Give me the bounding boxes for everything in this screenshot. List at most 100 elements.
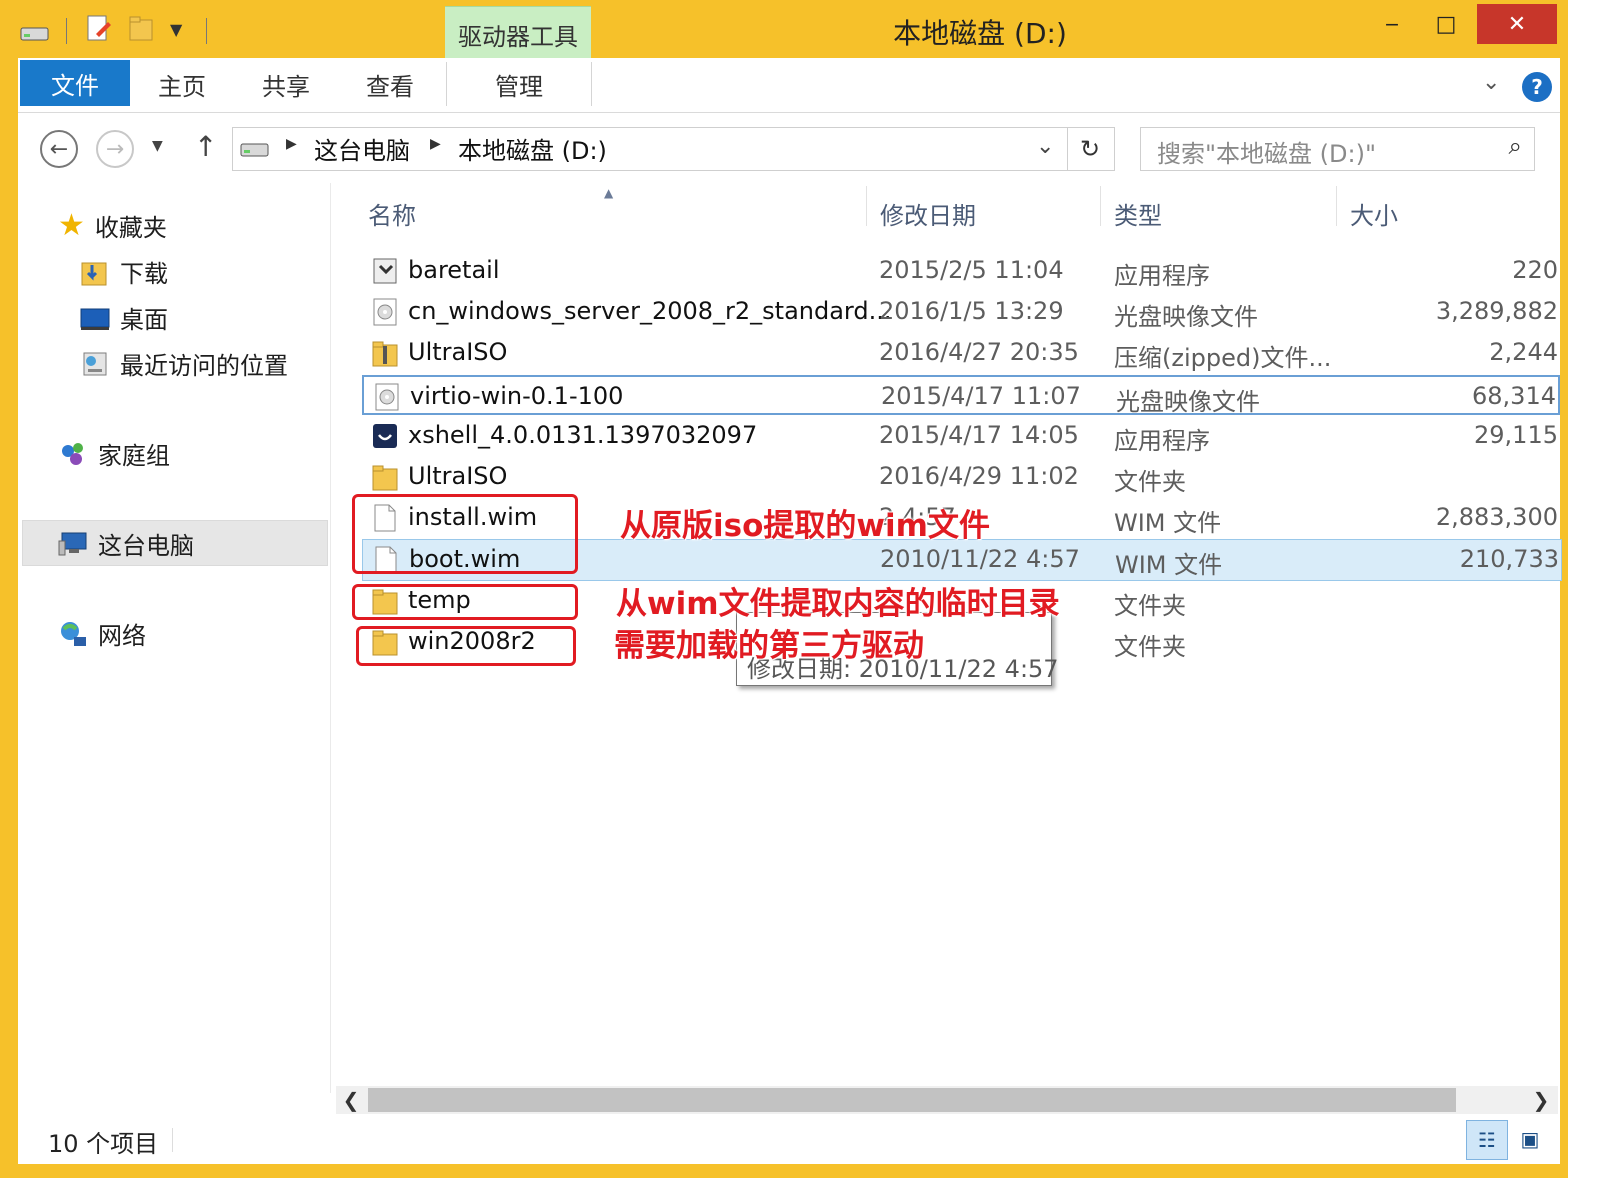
file-row[interactable]: xshell_4.0.0131.1397032097 2015/4/17 14:0… xyxy=(362,416,1560,456)
file-size: 220 xyxy=(1512,256,1558,284)
file-date: 2015/2/5 11:04 xyxy=(879,256,1064,284)
file-date: 2015/4/17 14:05 xyxy=(879,421,1079,449)
tab-home[interactable]: 主页 xyxy=(140,62,224,106)
file-size: 68,314 xyxy=(1472,382,1556,410)
details-view-icon[interactable]: ☷ xyxy=(1466,1120,1508,1160)
file-type: 文件夹 xyxy=(1114,468,1186,496)
annotation-wim-text: 从原版iso提取的wim文件 xyxy=(620,508,990,544)
desktop-icon xyxy=(80,308,110,330)
file-row[interactable]: virtio-win-0.1-100 2015/4/17 11:07 光盘映像文件 6… xyxy=(362,375,1560,416)
tab-manage[interactable]: 管理 xyxy=(446,62,592,106)
column-divider[interactable] xyxy=(866,186,867,226)
file-name: virtio-win-0.1-100 xyxy=(410,382,624,410)
window-title: 本地磁盘 (D:) xyxy=(893,17,1067,50)
file-type: 应用程序 xyxy=(1114,262,1210,290)
tab-share[interactable]: 共享 xyxy=(244,62,328,106)
disc-image-icon xyxy=(374,382,400,412)
file-date: 2016/4/27 20:35 xyxy=(879,338,1079,366)
nav-item-downloads[interactable]: 下载 xyxy=(80,254,168,289)
network-icon xyxy=(61,621,86,646)
scroll-left-icon[interactable]: ❮ xyxy=(338,1088,364,1112)
column-divider[interactable] xyxy=(1100,186,1101,226)
recent-locations-icon[interactable]: ▼ xyxy=(152,138,163,154)
nav-item-label: 下载 xyxy=(120,260,168,288)
zip-folder-icon xyxy=(372,338,398,368)
star-icon: ★ xyxy=(58,208,85,243)
nav-item-recent[interactable]: 最近访问的位置 xyxy=(80,346,288,381)
column-header-size[interactable]: 大小 xyxy=(1350,196,1398,231)
new-folder-icon[interactable] xyxy=(128,14,154,42)
nav-homegroup-label: 家庭组 xyxy=(98,442,170,470)
column-header-date[interactable]: 修改日期 xyxy=(880,196,976,231)
tab-file[interactable]: 文件 xyxy=(20,60,130,106)
maximize-button[interactable]: □ xyxy=(1416,4,1476,44)
file-size: 2,244 xyxy=(1489,338,1558,366)
nav-homegroup[interactable]: 家庭组 xyxy=(58,436,170,471)
nav-network-label: 网络 xyxy=(98,622,146,650)
file-size: 210,733 xyxy=(1459,545,1559,573)
search-icon[interactable]: ⌕ xyxy=(1509,132,1522,160)
qat-divider xyxy=(66,18,67,44)
close-button[interactable]: ✕ xyxy=(1477,4,1557,44)
file-type: 光盘映像文件 xyxy=(1116,388,1260,416)
file-type: WIM 文件 xyxy=(1114,509,1222,537)
file-row[interactable]: UltraISO 2016/4/27 20:35 压缩(zipped)文件... 2,… xyxy=(362,333,1560,373)
tab-view[interactable]: 查看 xyxy=(348,62,432,106)
breadcrumb-separator-icon[interactable]: ▶ xyxy=(430,136,441,152)
back-icon[interactable]: ← xyxy=(40,130,78,168)
nav-favorites-label: 收藏夹 xyxy=(94,214,167,242)
file-type: 文件夹 xyxy=(1114,592,1186,620)
refresh-icon[interactable]: ↻ xyxy=(1066,127,1115,171)
file-row[interactable]: baretail 2015/2/5 11:04 应用程序 220 xyxy=(362,251,1560,291)
help-icon[interactable]: ? xyxy=(1522,72,1552,102)
ribbon-expand-icon[interactable]: ⌄ xyxy=(1482,70,1500,95)
up-icon[interactable]: ↑ xyxy=(194,130,217,163)
file-row[interactable]: UltraISO 2016/4/29 11:02 文件夹 xyxy=(362,457,1560,497)
annotation-temp-text: 从wim文件提取内容的临时目录 xyxy=(616,586,1060,622)
column-header-type[interactable]: 类型 xyxy=(1114,196,1162,231)
breadcrumb-local-disk[interactable]: 本地磁盘 (D:) xyxy=(458,131,607,166)
file-type: 应用程序 xyxy=(1114,427,1210,455)
breadcrumb-separator-icon[interactable]: ▶ xyxy=(286,136,297,152)
file-row[interactable]: cn_windows_server_2008_r2_standard... 201… xyxy=(362,292,1560,332)
nav-item-desktop[interactable]: 桌面 xyxy=(80,300,168,335)
column-divider[interactable] xyxy=(1336,186,1337,226)
search-input[interactable]: 搜索"本地磁盘 (D:)" ⌕ xyxy=(1140,127,1535,171)
large-icons-view-icon[interactable]: ▣ xyxy=(1510,1120,1550,1158)
nav-favorites[interactable]: ★ 收藏夹 xyxy=(58,208,167,243)
file-name: cn_windows_server_2008_r2_standard... xyxy=(408,297,892,325)
properties-icon[interactable] xyxy=(86,14,112,42)
nav-this-pc-label: 这台电脑 xyxy=(98,532,194,560)
drive-icon[interactable] xyxy=(20,24,50,42)
forward-icon[interactable]: → xyxy=(96,130,134,168)
annotation-box-temp xyxy=(352,584,578,620)
column-header-name[interactable]: 名称 xyxy=(368,196,416,231)
file-size: 29,115 xyxy=(1474,421,1558,449)
qat-dropdown-icon[interactable]: ▼ xyxy=(170,20,182,39)
file-date: 2015/4/17 11:07 xyxy=(881,382,1081,410)
breadcrumb-this-pc[interactable]: 这台电脑 xyxy=(314,131,410,166)
minimize-button[interactable]: ‒ xyxy=(1362,4,1422,44)
file-type: 光盘映像文件 xyxy=(1114,303,1258,331)
scrollbar-thumb[interactable] xyxy=(368,1088,1456,1112)
qat-divider xyxy=(206,18,207,44)
file-type: 压缩(zipped)文件... xyxy=(1114,344,1332,372)
nav-this-pc[interactable]: 这台电脑 xyxy=(58,526,194,561)
annotation-box-wim xyxy=(352,494,578,574)
xshell-icon xyxy=(372,421,398,451)
file-name: xshell_4.0.0131.1397032097 xyxy=(408,421,758,449)
annotation-driver-text: 需要加载的第三方驱动 xyxy=(614,628,924,664)
address-dropdown-icon[interactable]: ⌄ xyxy=(1036,134,1054,159)
scroll-right-icon[interactable]: ❯ xyxy=(1528,1088,1554,1112)
file-name: baretail xyxy=(408,256,500,284)
file-name: UltraISO xyxy=(408,338,508,366)
drive-icon xyxy=(240,140,270,158)
recent-places-icon xyxy=(83,352,107,375)
contextual-tab-drive-tools: 驱动器工具 xyxy=(445,6,591,61)
status-bar xyxy=(18,1118,1560,1164)
computer-icon xyxy=(58,532,87,555)
search-placeholder: 搜索"本地磁盘 (D:)" xyxy=(1157,140,1376,168)
sort-ascending-icon: ▲ xyxy=(604,186,614,200)
nav-item-label: 桌面 xyxy=(120,306,168,334)
nav-network[interactable]: 网络 xyxy=(58,616,146,651)
